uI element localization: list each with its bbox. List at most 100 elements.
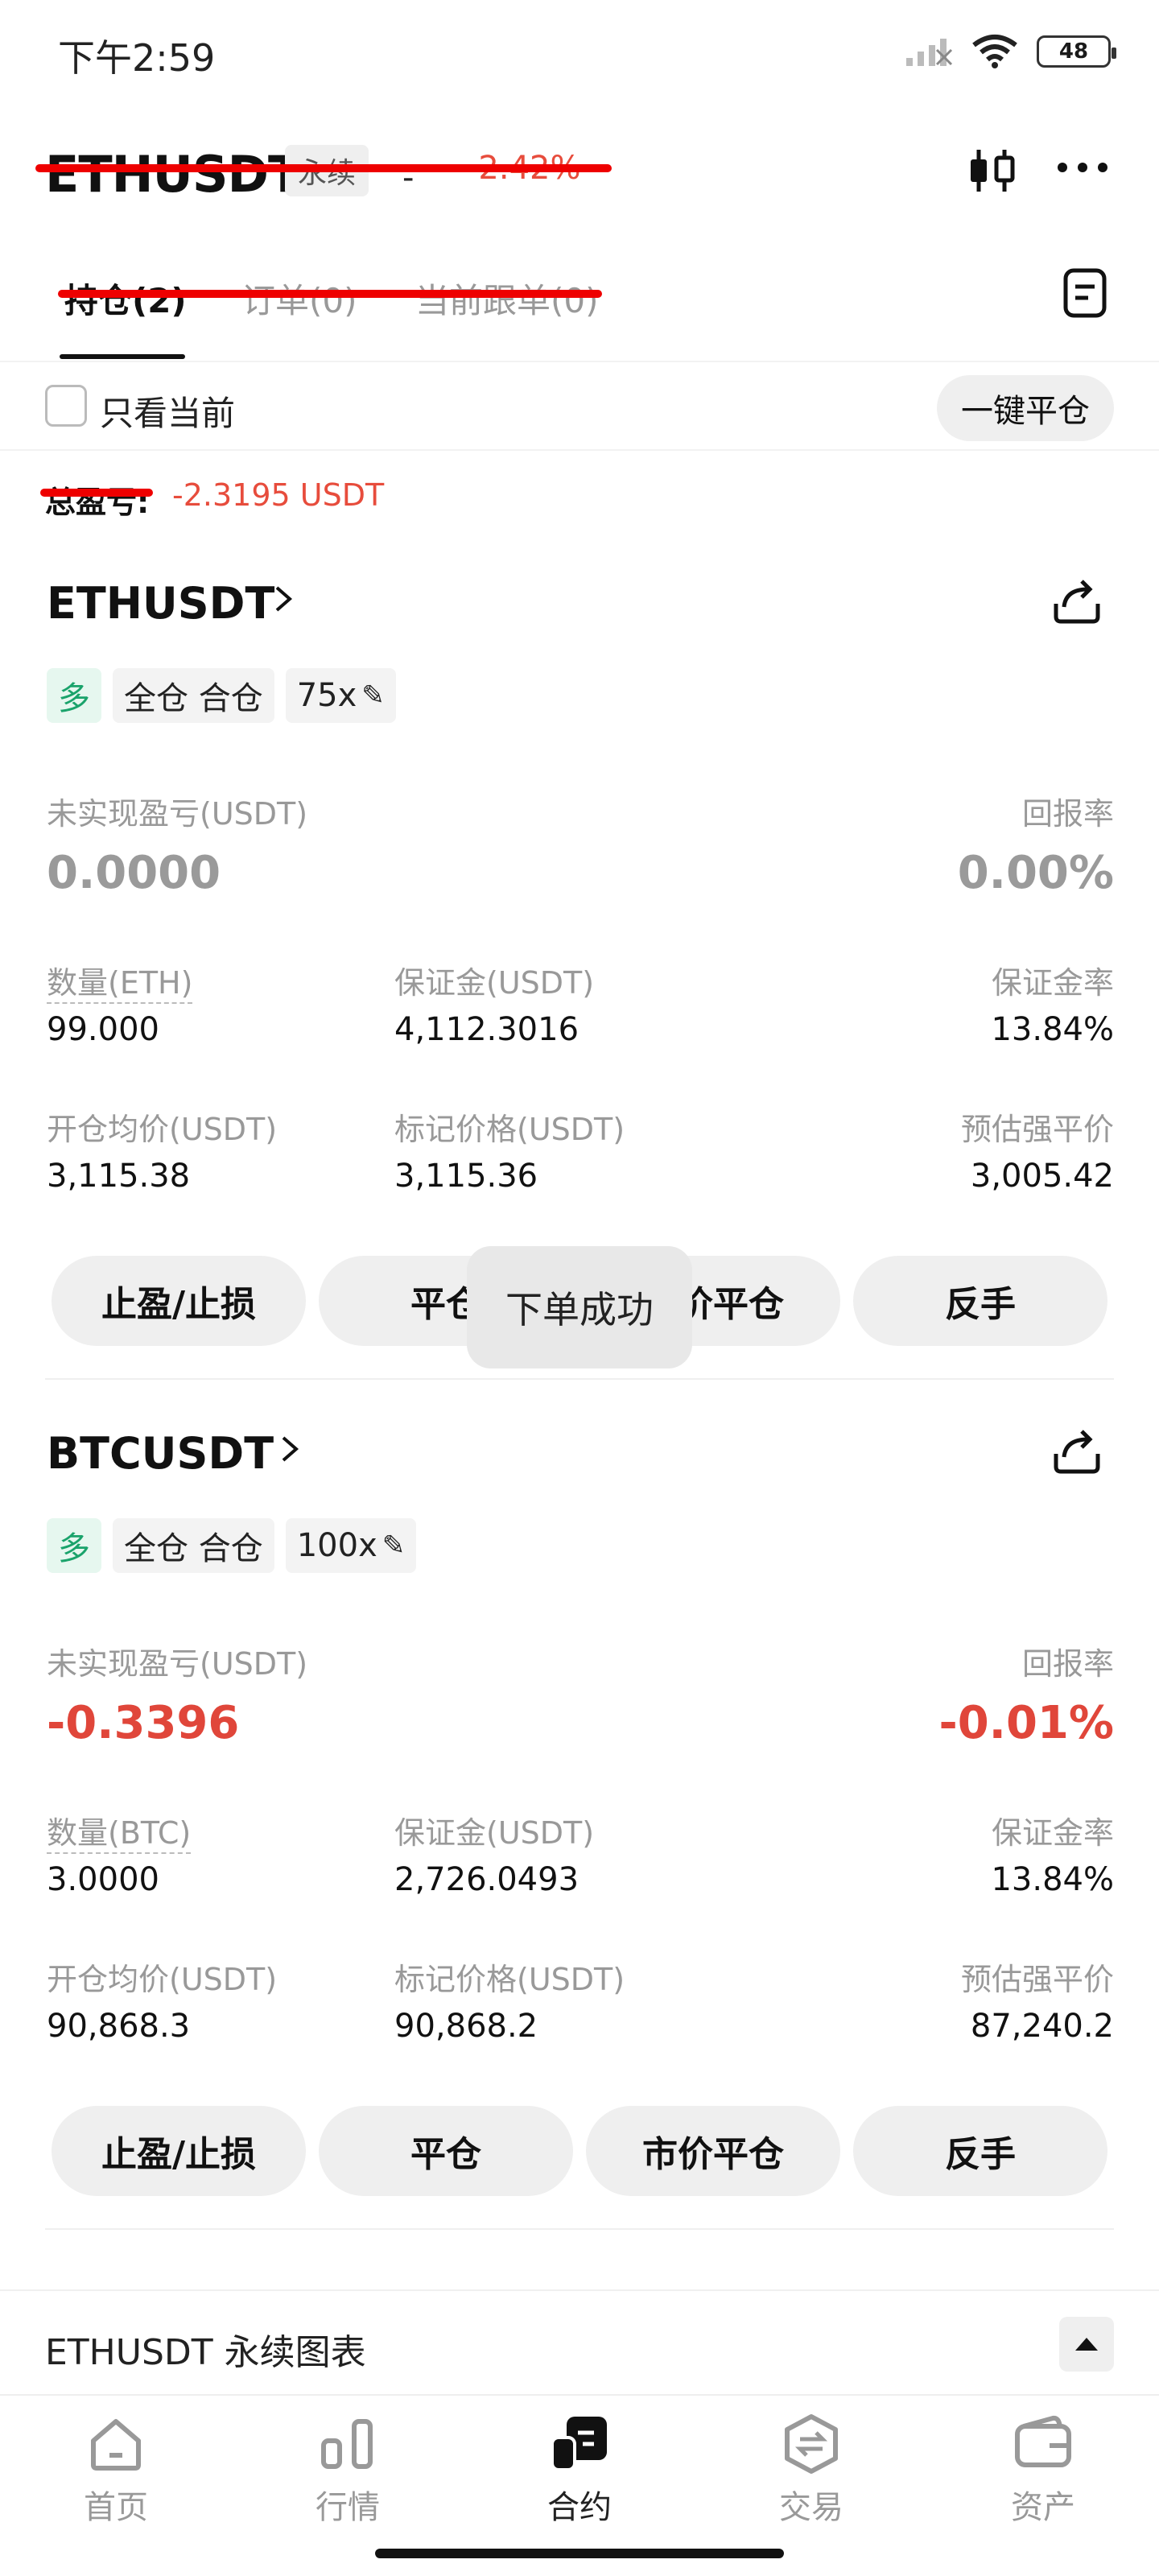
quantity-value: 3.0000 <box>47 1861 159 1898</box>
edit-icon: ✎ <box>382 1530 406 1562</box>
pnl-value: 0.0000 <box>47 847 221 899</box>
home-indicator[interactable] <box>375 2549 784 2558</box>
close-position-button[interactable]: 平仓 <box>319 2106 573 2196</box>
pnl-label: 未实现盈亏(USDT) <box>47 1646 308 1682</box>
liq-price-value: 87,240.2 <box>970 2008 1114 2045</box>
entry-price-value: 90,868.3 <box>47 2008 191 2045</box>
nav-home[interactable]: 首页 <box>35 2412 196 2528</box>
tab-orders[interactable]: 订单(0) <box>241 274 357 323</box>
margin-label: 保证金(USDT) <box>394 1815 595 1851</box>
kline-icon[interactable] <box>966 145 1017 196</box>
status-bar: 下午2:59 48 <box>0 0 1159 105</box>
margin-mode-tag: 全仓 合仓 <box>113 1518 274 1573</box>
chart-toggle-button[interactable] <box>1059 2317 1114 2372</box>
redaction-line <box>40 489 153 497</box>
roe-label: 回报率 <box>1021 796 1114 832</box>
pnl-value: -0.3396 <box>47 1697 240 1749</box>
quantity-label[interactable]: 数量(ETH) <box>47 958 193 1004</box>
liq-price-label: 预估强平价 <box>960 1962 1114 1997</box>
nav-market[interactable]: 行情 <box>267 2412 428 2528</box>
home-icon <box>91 2419 141 2471</box>
margin-rate-label: 保证金率 <box>991 965 1114 1001</box>
leverage-tag[interactable]: 75x ✎ <box>285 668 396 723</box>
entry-price-label: 开仓均价(USDT) <box>47 1962 278 1997</box>
margin-rate-value: 13.84% <box>991 1011 1114 1048</box>
more-icon[interactable] <box>1054 151 1111 184</box>
position-tags: 多 全仓 合仓 75x ✎ <box>47 668 396 723</box>
position-card-btc: BTCUSDT 多 全仓 合仓 100x ✎ 未实现盈亏(USDT) 回报率 -0… <box>0 1414 1159 2267</box>
only-current-checkbox[interactable] <box>45 385 87 427</box>
only-current-label[interactable]: 只看当前 <box>100 386 235 436</box>
share-icon[interactable] <box>1048 572 1106 630</box>
chart-title[interactable]: ETHUSDT 永续图表 <box>45 2323 366 2375</box>
battery-level: 48 <box>1058 39 1089 64</box>
trade-icon <box>785 2414 838 2474</box>
order-success-toast: 下单成功 <box>467 1246 692 1368</box>
nav-trade[interactable]: 交易 <box>731 2412 892 2528</box>
signal-icon <box>906 39 953 66</box>
redaction-line <box>58 290 602 298</box>
caret-up-icon <box>1075 2338 1098 2351</box>
card-divider <box>45 2228 1114 2230</box>
mark-price-label: 标记价格(USDT) <box>394 1962 625 1997</box>
edit-icon: ✎ <box>361 679 385 712</box>
liq-price-label: 预估强平价 <box>960 1112 1114 1147</box>
margin-mode-tag: 全仓 合仓 <box>113 668 274 723</box>
side-tag: 多 <box>47 1518 101 1573</box>
total-pnl-row: 总盈亏: -2.3195 USDT <box>0 471 1159 527</box>
tab-underline <box>60 354 185 359</box>
chart-row[interactable]: ETHUSDT 永续图表 <box>0 2289 1159 2394</box>
margin-value: 2,726.0493 <box>394 1861 580 1898</box>
liq-price-value: 3,005.42 <box>970 1158 1114 1195</box>
side-tag: 多 <box>47 668 101 723</box>
total-pnl-value: -2.3195 USDT <box>172 477 385 513</box>
margin-label: 保证金(USDT) <box>394 965 595 1001</box>
mark-price-value: 90,868.2 <box>394 2008 538 2045</box>
margin-rate-label: 保证金率 <box>991 1815 1114 1851</box>
filter-row: 只看当前 一键平仓 <box>0 364 1159 451</box>
position-tabs: 持仓(2) 订单(0) 当前跟单(0) <box>0 242 1159 362</box>
position-tags: 多 全仓 合仓 100x ✎ <box>47 1518 417 1573</box>
entry-price-value: 3,115.38 <box>47 1158 191 1195</box>
header-symbol[interactable]: ETHUSDT <box>45 145 302 204</box>
wifi-icon <box>972 35 1017 68</box>
card-divider <box>45 1378 1114 1380</box>
tp-sl-button[interactable]: 止盈/止损 <box>52 1256 306 1346</box>
redaction-line <box>35 164 612 172</box>
roe-value: 0.00% <box>957 847 1114 899</box>
margin-rate-value: 13.84% <box>991 1861 1114 1898</box>
leverage-tag[interactable]: 100x ✎ <box>285 1518 417 1573</box>
tab-positions[interactable]: 持仓(2) <box>64 274 187 323</box>
share-icon[interactable] <box>1048 1422 1106 1480</box>
roe-value: -0.01% <box>938 1697 1114 1749</box>
market-close-button[interactable]: 市价平仓 <box>586 2106 840 2196</box>
quantity-value: 99.000 <box>47 1011 159 1048</box>
market-icon <box>321 2419 373 2469</box>
nav-assets[interactable]: 资产 <box>963 2412 1124 2528</box>
chevron-right-icon[interactable] <box>269 583 298 615</box>
mark-price-value: 3,115.36 <box>394 1158 538 1195</box>
wallet-icon <box>1015 2415 1071 2467</box>
close-all-button[interactable]: 一键平仓 <box>937 375 1114 441</box>
reverse-button[interactable]: 反手 <box>853 2106 1107 2196</box>
tab-copy-trades[interactable]: 当前跟单(0) <box>415 274 599 323</box>
pnl-label: 未实现盈亏(USDT) <box>47 796 308 832</box>
total-pnl-label: 总盈亏: <box>45 485 150 520</box>
reverse-button[interactable]: 反手 <box>853 1256 1107 1346</box>
status-icons: 48 <box>905 34 1116 69</box>
tp-sl-button[interactable]: 止盈/止损 <box>52 2106 306 2196</box>
roe-label: 回报率 <box>1021 1646 1114 1682</box>
position-symbol[interactable]: BTCUSDT <box>47 1428 274 1479</box>
chevron-right-icon[interactable] <box>275 1433 304 1465</box>
status-time: 下午2:59 <box>58 36 216 80</box>
position-symbol[interactable]: ETHUSDT <box>47 578 274 629</box>
margin-value: 4,112.3016 <box>394 1011 580 1048</box>
nav-futures[interactable]: 合约 <box>499 2412 660 2528</box>
battery-icon: 48 <box>1037 35 1116 68</box>
document-icon[interactable] <box>1062 267 1107 319</box>
quantity-label[interactable]: 数量(BTC) <box>47 1808 192 1854</box>
futures-icon <box>551 2417 607 2471</box>
mark-price-label: 标记价格(USDT) <box>394 1112 625 1147</box>
header: ETHUSDT 永续 - -2.42% <box>0 121 1159 225</box>
entry-price-label: 开仓均价(USDT) <box>47 1112 278 1147</box>
